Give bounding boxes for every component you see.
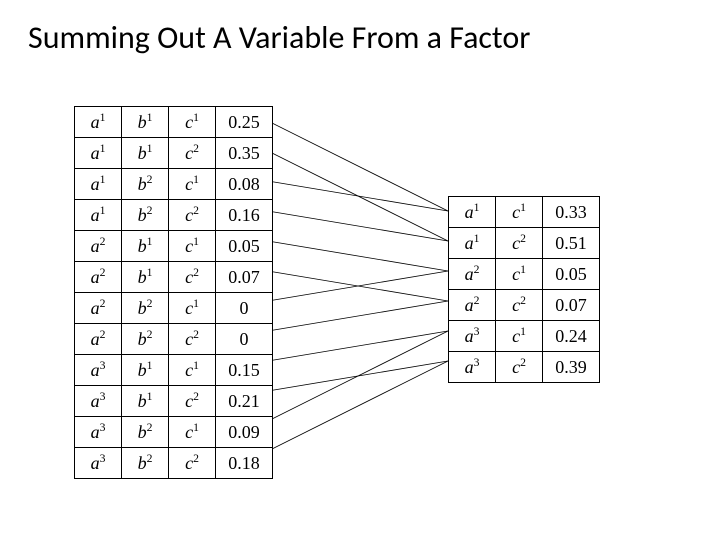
cell-c: c1	[496, 259, 543, 290]
cell-value: 0.35	[216, 138, 273, 169]
cell-a: a2	[75, 293, 122, 324]
cell-value: 0.07	[216, 262, 273, 293]
cell-value: 0.21	[216, 386, 273, 417]
cell-b: b2	[122, 448, 169, 479]
cell-c: c2	[169, 386, 216, 417]
table-row: a2c20.07	[449, 290, 600, 321]
connector-line	[268, 211, 448, 241]
cell-b: b1	[122, 386, 169, 417]
connector-line	[268, 361, 448, 451]
cell-a: a2	[449, 290, 496, 321]
cell-a: a3	[449, 352, 496, 383]
cell-a: a1	[75, 169, 122, 200]
cell-c: c2	[169, 324, 216, 355]
cell-c: c2	[496, 290, 543, 321]
cell-b: b2	[122, 417, 169, 448]
cell-value: 0	[216, 293, 273, 324]
cell-value: 0.09	[216, 417, 273, 448]
connector-line	[268, 241, 448, 271]
cell-a: a1	[449, 197, 496, 228]
table-row: a2b1c20.07	[75, 262, 273, 293]
cell-c: c2	[169, 138, 216, 169]
cell-b: b2	[122, 169, 169, 200]
table-row: a3b1c20.21	[75, 386, 273, 417]
table-row: a3b2c10.09	[75, 417, 273, 448]
cell-a: a3	[449, 321, 496, 352]
cell-a: a2	[75, 324, 122, 355]
cell-c: c2	[169, 448, 216, 479]
cell-value: 0.18	[216, 448, 273, 479]
cell-value: 0.33	[543, 197, 600, 228]
table-row: a2b1c10.05	[75, 231, 273, 262]
cell-value: 0.05	[216, 231, 273, 262]
cell-a: a1	[75, 200, 122, 231]
connector-line	[268, 121, 448, 211]
cell-c: c1	[169, 169, 216, 200]
cell-value: 0.24	[543, 321, 600, 352]
table-row: a3b2c20.18	[75, 448, 273, 479]
cell-c: c1	[169, 231, 216, 262]
table-row: a2b2c10	[75, 293, 273, 324]
cell-a: a2	[75, 231, 122, 262]
cell-value: 0	[216, 324, 273, 355]
cell-c: c2	[496, 228, 543, 259]
cell-b: b1	[122, 355, 169, 386]
connector-line	[268, 271, 448, 301]
cell-a: a1	[449, 228, 496, 259]
table-row: a1b1c10.25	[75, 107, 273, 138]
cell-a: a3	[75, 448, 122, 479]
cell-c: c1	[169, 417, 216, 448]
diagram-stage: a1b1c10.25a1b1c20.35a1b2c10.08a1b2c20.16…	[0, 18, 720, 558]
table-row: a1b1c20.35	[75, 138, 273, 169]
cell-value: 0.39	[543, 352, 600, 383]
table-row: a1b2c10.08	[75, 169, 273, 200]
cell-a: a3	[75, 386, 122, 417]
cell-a: a3	[75, 417, 122, 448]
result-factor-table: a1c10.33a1c20.51a2c10.05a2c20.07a3c10.24…	[448, 196, 600, 383]
table-row: a3b1c10.15	[75, 355, 273, 386]
cell-c: c1	[496, 197, 543, 228]
connector-line	[268, 331, 448, 361]
table-row: a1c20.51	[449, 228, 600, 259]
cell-b: b1	[122, 138, 169, 169]
table-row: a2b2c20	[75, 324, 273, 355]
cell-b: b1	[122, 231, 169, 262]
cell-a: a1	[75, 107, 122, 138]
connector-line	[268, 271, 448, 301]
cell-a: a1	[75, 138, 122, 169]
cell-a: a2	[75, 262, 122, 293]
connector-line	[268, 301, 448, 331]
cell-value: 0.08	[216, 169, 273, 200]
table-row: a1b2c20.16	[75, 200, 273, 231]
cell-value: 0.16	[216, 200, 273, 231]
cell-value: 0.25	[216, 107, 273, 138]
cell-c: c2	[169, 200, 216, 231]
cell-value: 0.51	[543, 228, 600, 259]
cell-c: c1	[169, 293, 216, 324]
source-factor-table: a1b1c10.25a1b1c20.35a1b2c10.08a1b2c20.16…	[74, 106, 273, 479]
cell-b: b1	[122, 107, 169, 138]
cell-a: a3	[75, 355, 122, 386]
cell-b: b2	[122, 293, 169, 324]
connector-line	[268, 361, 448, 391]
cell-c: c1	[169, 107, 216, 138]
cell-c: c1	[496, 321, 543, 352]
connector-line	[268, 331, 448, 421]
table-row: a3c10.24	[449, 321, 600, 352]
cell-b: b2	[122, 200, 169, 231]
cell-value: 0.15	[216, 355, 273, 386]
cell-a: a2	[449, 259, 496, 290]
cell-c: c2	[496, 352, 543, 383]
connector-line	[268, 181, 448, 211]
table-row: a1c10.33	[449, 197, 600, 228]
cell-value: 0.07	[543, 290, 600, 321]
cell-c: c1	[169, 355, 216, 386]
cell-b: b1	[122, 262, 169, 293]
table-row: a3c20.39	[449, 352, 600, 383]
table-row: a2c10.05	[449, 259, 600, 290]
cell-b: b2	[122, 324, 169, 355]
cell-value: 0.05	[543, 259, 600, 290]
connector-line	[268, 151, 448, 241]
cell-c: c2	[169, 262, 216, 293]
